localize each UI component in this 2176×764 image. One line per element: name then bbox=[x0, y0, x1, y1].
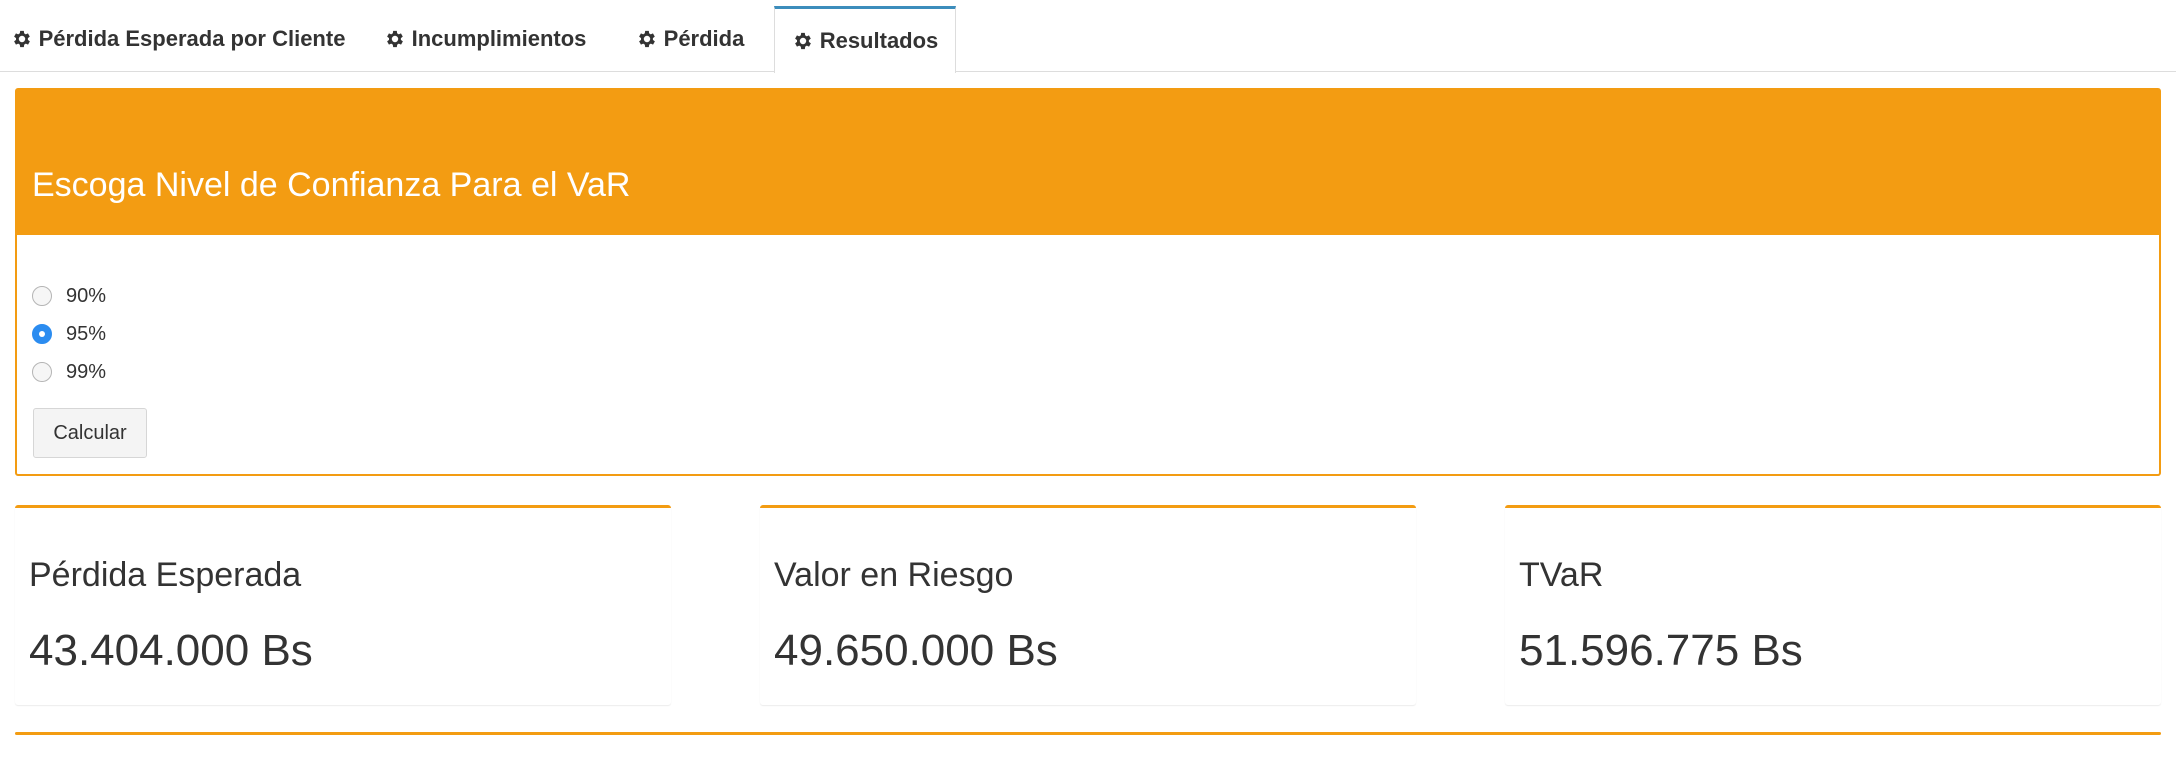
next-box-top-border bbox=[15, 732, 2161, 735]
radio-option-90[interactable]: 90% bbox=[32, 281, 106, 311]
confidence-box-header: Escoga Nivel de Confianza Para el VaR bbox=[17, 90, 2159, 235]
result-label: Pérdida Esperada bbox=[29, 556, 302, 594]
confidence-title: Escoga Nivel de Confianza Para el VaR bbox=[32, 166, 631, 204]
radio-button[interactable] bbox=[32, 286, 52, 306]
tab-perdida-esperada-por-cliente[interactable]: Pérdida Esperada por Cliente bbox=[0, 6, 356, 72]
gear-icon bbox=[638, 30, 655, 48]
confidence-box: Escoga Nivel de Confianza Para el VaR 90… bbox=[15, 88, 2161, 476]
gear-icon bbox=[386, 30, 403, 48]
radio-button[interactable] bbox=[32, 362, 52, 382]
radio-label: 99% bbox=[66, 360, 107, 383]
radio-label: 95% bbox=[66, 322, 107, 345]
tab-perdida[interactable]: Pérdida bbox=[624, 6, 756, 72]
radio-option-95[interactable]: 95% bbox=[32, 319, 106, 349]
result-value: 43.404.000 Bs bbox=[29, 626, 313, 675]
result-label: TVaR bbox=[1519, 556, 1604, 594]
tab-label: Pérdida Esperada por Cliente bbox=[38, 26, 346, 51]
tab-resultados[interactable]: Resultados bbox=[774, 6, 956, 73]
result-box-valor-en-riesgo: Valor en Riesgo 49.650.000 Bs bbox=[760, 505, 1416, 705]
result-box-perdida-esperada: Pérdida Esperada 43.404.000 Bs bbox=[15, 505, 671, 705]
radio-label: 90% bbox=[66, 284, 107, 307]
radio-button-checked[interactable] bbox=[32, 324, 52, 344]
result-label: Valor en Riesgo bbox=[774, 556, 1014, 594]
radio-option-99[interactable]: 99% bbox=[32, 357, 106, 387]
result-box-tvar: TVaR 51.596.775 Bs bbox=[1505, 505, 2161, 705]
tab-label: Pérdida bbox=[663, 26, 745, 51]
result-value: 49.650.000 Bs bbox=[774, 626, 1058, 675]
gear-icon bbox=[13, 30, 30, 48]
calcular-button[interactable]: Calcular bbox=[33, 408, 147, 458]
tab-bar: Pérdida Esperada por Cliente Incumplimie… bbox=[0, 0, 2176, 73]
gear-icon bbox=[794, 32, 811, 50]
tab-incumplimientos[interactable]: Incumplimientos bbox=[372, 6, 598, 72]
tab-label: Resultados bbox=[819, 28, 939, 53]
tab-label: Incumplimientos bbox=[411, 26, 587, 51]
result-value: 51.596.775 Bs bbox=[1519, 626, 1803, 675]
